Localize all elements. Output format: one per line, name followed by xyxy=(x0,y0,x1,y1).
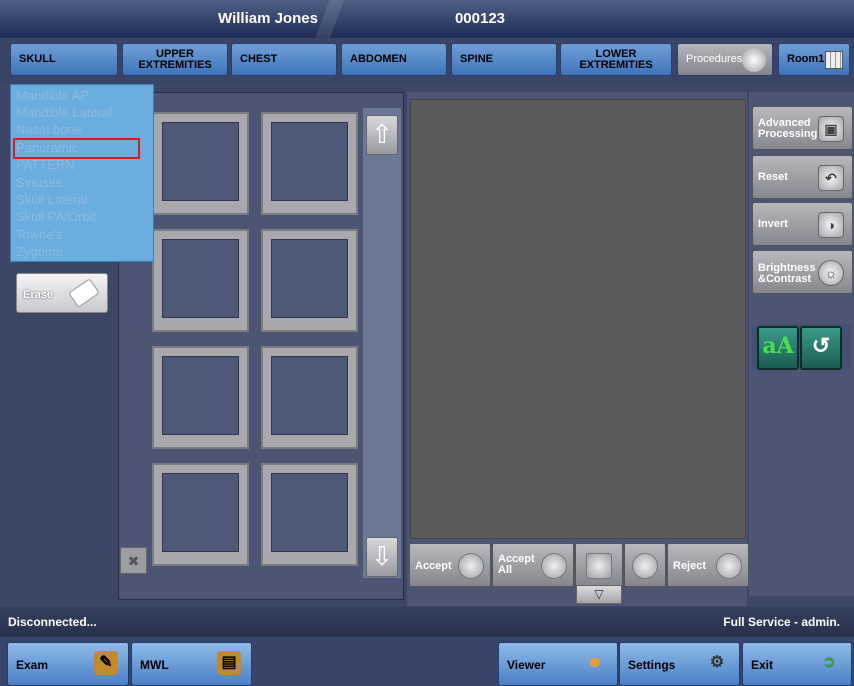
mwl-button[interactable]: MWL ▤ xyxy=(131,642,252,686)
advanced-processing-button[interactable]: Advanced Processing ▣ xyxy=(752,106,853,150)
accept-icon xyxy=(458,553,484,579)
dropdown-item[interactable]: PATTERN xyxy=(16,157,75,173)
procedures-icon xyxy=(742,48,766,72)
thumbnail-slot[interactable] xyxy=(152,112,249,215)
dropdown-item[interactable]: Zygoma xyxy=(16,244,63,260)
viewer-label: Viewer xyxy=(507,658,546,672)
send-button[interactable] xyxy=(624,543,666,587)
thumbnail-slot[interactable] xyxy=(152,463,249,566)
sun-icon: ☼ xyxy=(818,260,844,286)
selection-highlight xyxy=(13,138,140,159)
patient-id: 000123 xyxy=(454,10,506,27)
advanced-processing-label: Advanced Processing xyxy=(758,117,818,140)
text-annotation-icon[interactable]: aA xyxy=(757,326,799,370)
dropdown-item[interactable]: Nasal bone xyxy=(16,122,82,138)
category-abdomen[interactable]: ABDOMEN xyxy=(341,43,447,76)
exam-button[interactable]: Exam ✎ xyxy=(7,642,129,686)
invert-icon: ◑ xyxy=(818,212,844,238)
accept-label: Accept xyxy=(415,560,452,572)
category-lower-extremities[interactable]: LOWER EXTREMITIES xyxy=(560,43,672,76)
settings-button[interactable]: Settings ⚙ xyxy=(619,642,740,686)
dropdown-item[interactable]: Skull PA/Orbit xyxy=(16,209,96,225)
accept-all-icon xyxy=(541,553,567,579)
print-button[interactable] xyxy=(575,543,623,587)
user-status: Full Service - admin. xyxy=(723,615,840,629)
procedures-button[interactable]: Procedures xyxy=(677,43,773,76)
title-bar xyxy=(0,0,854,38)
reject-button[interactable]: Reject xyxy=(667,543,749,587)
reject-icon xyxy=(716,553,742,579)
dropdown-item[interactable]: Sinuses xyxy=(16,175,62,191)
patient-edit-icon: ✎ xyxy=(94,651,118,675)
image-viewer[interactable] xyxy=(410,99,746,539)
category-upper-extremities[interactable]: UPPER EXTREMITIES xyxy=(122,43,228,76)
exit-button[interactable]: Exit ➲ xyxy=(742,642,852,686)
settings-label: Settings xyxy=(628,658,676,672)
undo-icon: ↶ xyxy=(818,165,844,191)
category-skull[interactable]: SKULL xyxy=(10,43,118,76)
printer-icon xyxy=(586,553,612,579)
user-icon: ☻ xyxy=(586,654,604,671)
thumbnail-slot[interactable] xyxy=(261,346,358,449)
category-chest[interactable]: CHEST xyxy=(231,43,337,76)
thumbnail-slot[interactable] xyxy=(152,229,249,332)
accept-button[interactable]: Accept xyxy=(409,543,491,587)
category-upper-extremities-label: UPPER EXTREMITIES xyxy=(138,47,212,71)
erase-button[interactable]: Erase xyxy=(16,273,108,313)
accept-all-button[interactable]: Accept All xyxy=(492,543,574,587)
dropdown-item[interactable]: Skull Lateral xyxy=(16,192,88,208)
scroll-down-icon[interactable]: ⇩ xyxy=(366,537,398,577)
invert-label: Invert xyxy=(758,218,788,230)
close-icon[interactable]: ✖ xyxy=(120,547,147,574)
brightness-contrast-button[interactable]: Brightness &Contrast ☼ xyxy=(752,250,853,294)
processing-icon: ▣ xyxy=(818,116,844,142)
thumbnail-scrollbar[interactable] xyxy=(363,108,401,578)
erase-label: Erase xyxy=(23,289,53,301)
procedures-label: Procedures xyxy=(686,53,743,65)
gear-icon: ⚙ xyxy=(709,654,725,671)
dropdown-item[interactable]: Towne's xyxy=(16,227,63,243)
reset-button[interactable]: Reset ↶ xyxy=(752,155,853,199)
room-button[interactable]: Room1 xyxy=(778,43,850,76)
brightness-contrast-label: Brightness &Contrast xyxy=(758,262,816,285)
dropdown-item[interactable]: Mandible Lateral xyxy=(16,105,112,121)
thumbnail-slot[interactable] xyxy=(152,346,249,449)
reset-label: Reset xyxy=(758,171,788,183)
arrow-right-icon xyxy=(632,553,658,579)
reject-label: Reject xyxy=(673,560,707,572)
exit-icon: ➲ xyxy=(822,654,836,671)
grid-icon xyxy=(825,51,843,69)
chevron-down-icon[interactable]: ▽ xyxy=(576,585,622,604)
thumbnail-slot[interactable] xyxy=(261,112,358,215)
connection-status: Disconnected... xyxy=(8,615,97,629)
exam-label: Exam xyxy=(16,658,49,672)
rotate-icon[interactable]: ↺ xyxy=(800,326,842,370)
mwl-label: MWL xyxy=(140,658,169,672)
invert-button[interactable]: Invert ◑ xyxy=(752,202,853,246)
exit-label: Exit xyxy=(751,658,774,672)
accept-all-label: Accept All xyxy=(498,553,535,576)
procedure-dropdown: Mandible AP Mandible Lateral Nasal bone … xyxy=(10,84,154,262)
category-spine[interactable]: SPINE xyxy=(451,43,557,76)
dropdown-item[interactable]: Mandible AP xyxy=(16,88,89,104)
room-label: Room1 xyxy=(787,53,825,65)
thumbnail-slot[interactable] xyxy=(261,463,358,566)
viewer-button[interactable]: Viewer ☻ xyxy=(498,642,618,686)
patient-name: William Jones xyxy=(218,10,318,27)
eraser-icon xyxy=(68,278,100,308)
category-lower-extremities-label: LOWER EXTREMITIES xyxy=(579,47,653,71)
thumbnail-slot[interactable] xyxy=(261,229,358,332)
worklist-icon: ▤ xyxy=(217,651,241,675)
scroll-up-icon[interactable]: ⇧ xyxy=(366,115,398,155)
